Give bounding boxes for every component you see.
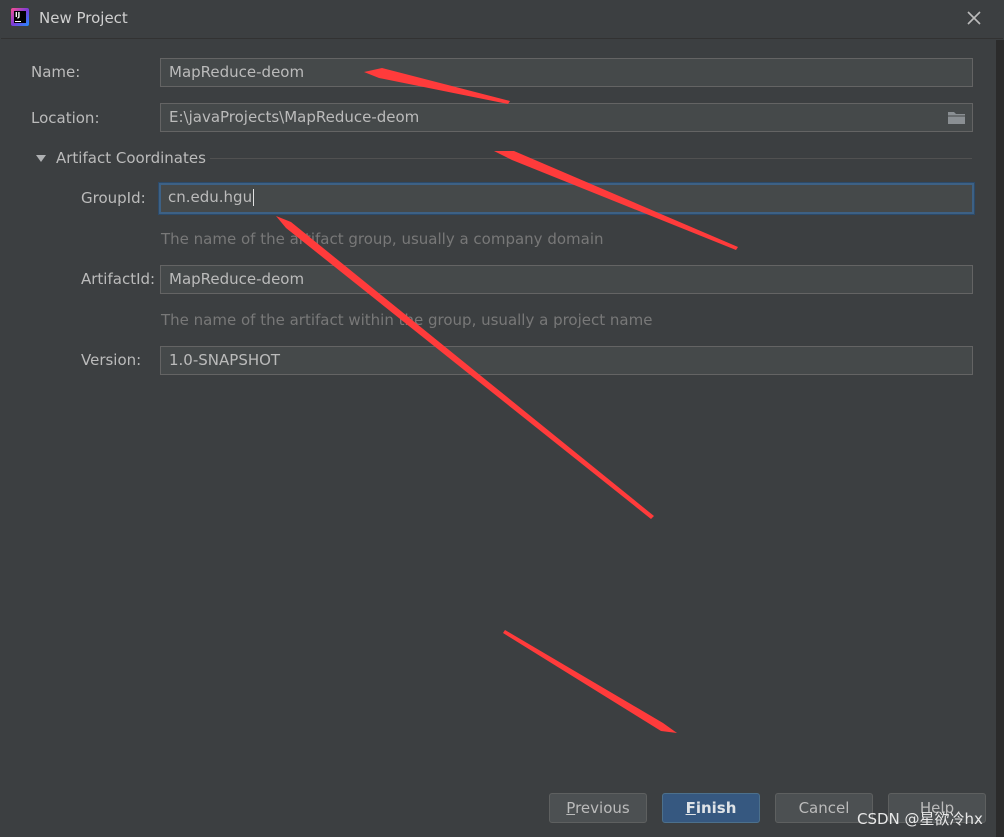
location-input-value: E:\javaProjects\MapReduce-deom bbox=[169, 108, 420, 126]
folder-browse-icon[interactable] bbox=[947, 110, 966, 125]
version-label: Version: bbox=[81, 351, 142, 369]
annotation-arrow-finish bbox=[503, 630, 677, 733]
version-input[interactable]: 1.0-SNAPSHOT bbox=[160, 346, 973, 375]
groupid-hint: The name of the artifact group, usually … bbox=[161, 230, 604, 248]
intellij-app-icon: IJ bbox=[11, 8, 29, 26]
artifactid-hint: The name of the artifact within the grou… bbox=[161, 311, 653, 329]
text-caret bbox=[253, 189, 255, 206]
watermark: CSDN @星欲冷hx bbox=[857, 810, 983, 828]
artifactid-input-value: MapReduce-deom bbox=[169, 270, 305, 288]
window-title: New Project bbox=[39, 9, 128, 27]
divider bbox=[1, 38, 1003, 39]
name-input[interactable]: MapReduce-deom bbox=[160, 58, 973, 87]
artifactid-input[interactable]: MapReduce-deom bbox=[160, 265, 973, 294]
collapse-triangle-icon[interactable] bbox=[36, 155, 46, 162]
groupid-label: GroupId: bbox=[81, 189, 146, 207]
previous-button[interactable]: Previous bbox=[549, 793, 647, 823]
groupid-input[interactable]: cn.edu.hgu bbox=[159, 183, 974, 214]
location-input[interactable]: E:\javaProjects\MapReduce-deom bbox=[160, 103, 973, 132]
section-separator bbox=[210, 158, 972, 159]
artifactid-label: ArtifactId: bbox=[81, 270, 156, 288]
version-input-value: 1.0-SNAPSHOT bbox=[169, 351, 281, 369]
close-icon[interactable] bbox=[964, 8, 984, 28]
location-label: Location: bbox=[31, 109, 100, 127]
window-edge bbox=[996, 40, 1004, 837]
title-bar: IJ New Project bbox=[0, 0, 1004, 36]
name-label: Name: bbox=[31, 63, 81, 81]
groupid-input-value: cn.edu.hgu bbox=[168, 188, 253, 206]
finish-button[interactable]: Finish bbox=[662, 793, 760, 823]
artifact-coordinates-section[interactable]: Artifact Coordinates bbox=[56, 149, 206, 167]
name-input-value: MapReduce-deom bbox=[169, 63, 305, 81]
